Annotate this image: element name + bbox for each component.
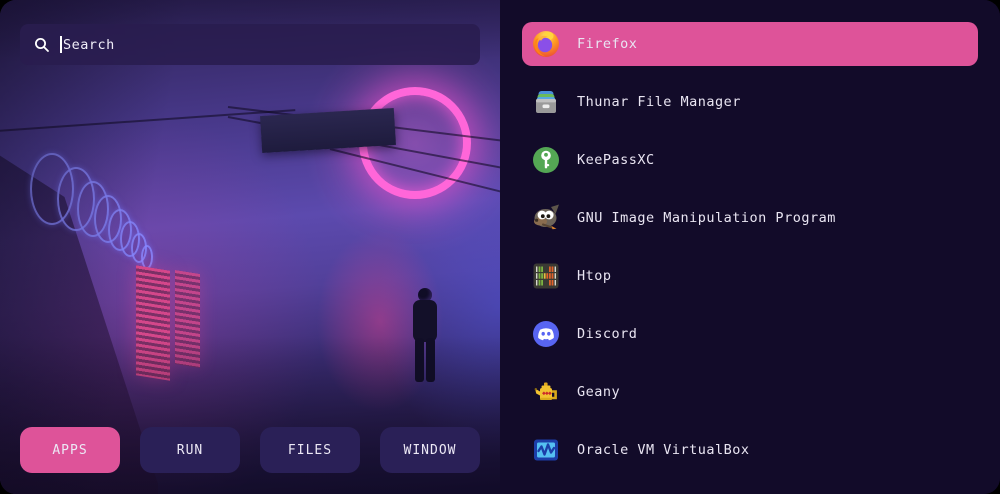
gimp-icon	[532, 204, 560, 232]
list-item-htop[interactable]: Htop	[522, 254, 978, 298]
app-label: Geany	[577, 384, 620, 400]
text-caret	[60, 36, 62, 53]
app-label: KeePassXC	[577, 152, 655, 168]
tab-apps[interactable]: APPS	[20, 427, 120, 473]
left-panel: Search APPS RUN FILES WINDOW	[0, 0, 500, 494]
discord-icon	[532, 320, 560, 348]
app-label: Oracle VM VirtualBox	[577, 442, 750, 458]
list-item-discord[interactable]: Discord	[522, 312, 978, 356]
wallpaper-art	[0, 0, 500, 494]
tab-run[interactable]: RUN	[140, 427, 240, 473]
geany-icon	[532, 378, 560, 406]
list-item-keepassxc[interactable]: KeePassXC	[522, 138, 978, 182]
astronaut-figure	[408, 288, 442, 388]
keepassxc-icon	[532, 146, 560, 174]
app-label: Firefox	[577, 36, 637, 52]
list-item-gimp[interactable]: GNU Image Manipulation Program	[522, 196, 978, 240]
list-item-virtualbox[interactable]: Oracle VM VirtualBox	[522, 428, 978, 472]
tab-window[interactable]: WINDOW	[380, 427, 480, 473]
thunar-icon	[532, 88, 560, 116]
pink-shutter	[136, 265, 170, 380]
virtualbox-icon	[532, 436, 560, 464]
search-placeholder: Search	[63, 37, 115, 53]
list-item-firefox[interactable]: Firefox	[522, 22, 978, 66]
list-item-geany[interactable]: Geany	[522, 370, 978, 414]
tab-files[interactable]: FILES	[260, 427, 360, 473]
pink-shutter	[175, 270, 200, 368]
app-label: Thunar File Manager	[577, 94, 741, 110]
mode-tabs: APPS RUN FILES WINDOW	[20, 427, 480, 473]
list-item-thunar[interactable]: Thunar File Manager	[522, 80, 978, 124]
app-label: Discord	[577, 326, 637, 342]
search-input[interactable]: Search	[20, 24, 480, 65]
firefox-icon	[532, 30, 560, 58]
htop-icon	[532, 262, 560, 290]
app-label: GNU Image Manipulation Program	[577, 210, 836, 226]
launcher-window: Search APPS RUN FILES WINDOW	[0, 0, 1000, 494]
app-label: Htop	[577, 268, 612, 284]
search-icon	[34, 37, 50, 53]
app-list: Firefox Thunar File Manager KeePassXC	[500, 0, 1000, 494]
